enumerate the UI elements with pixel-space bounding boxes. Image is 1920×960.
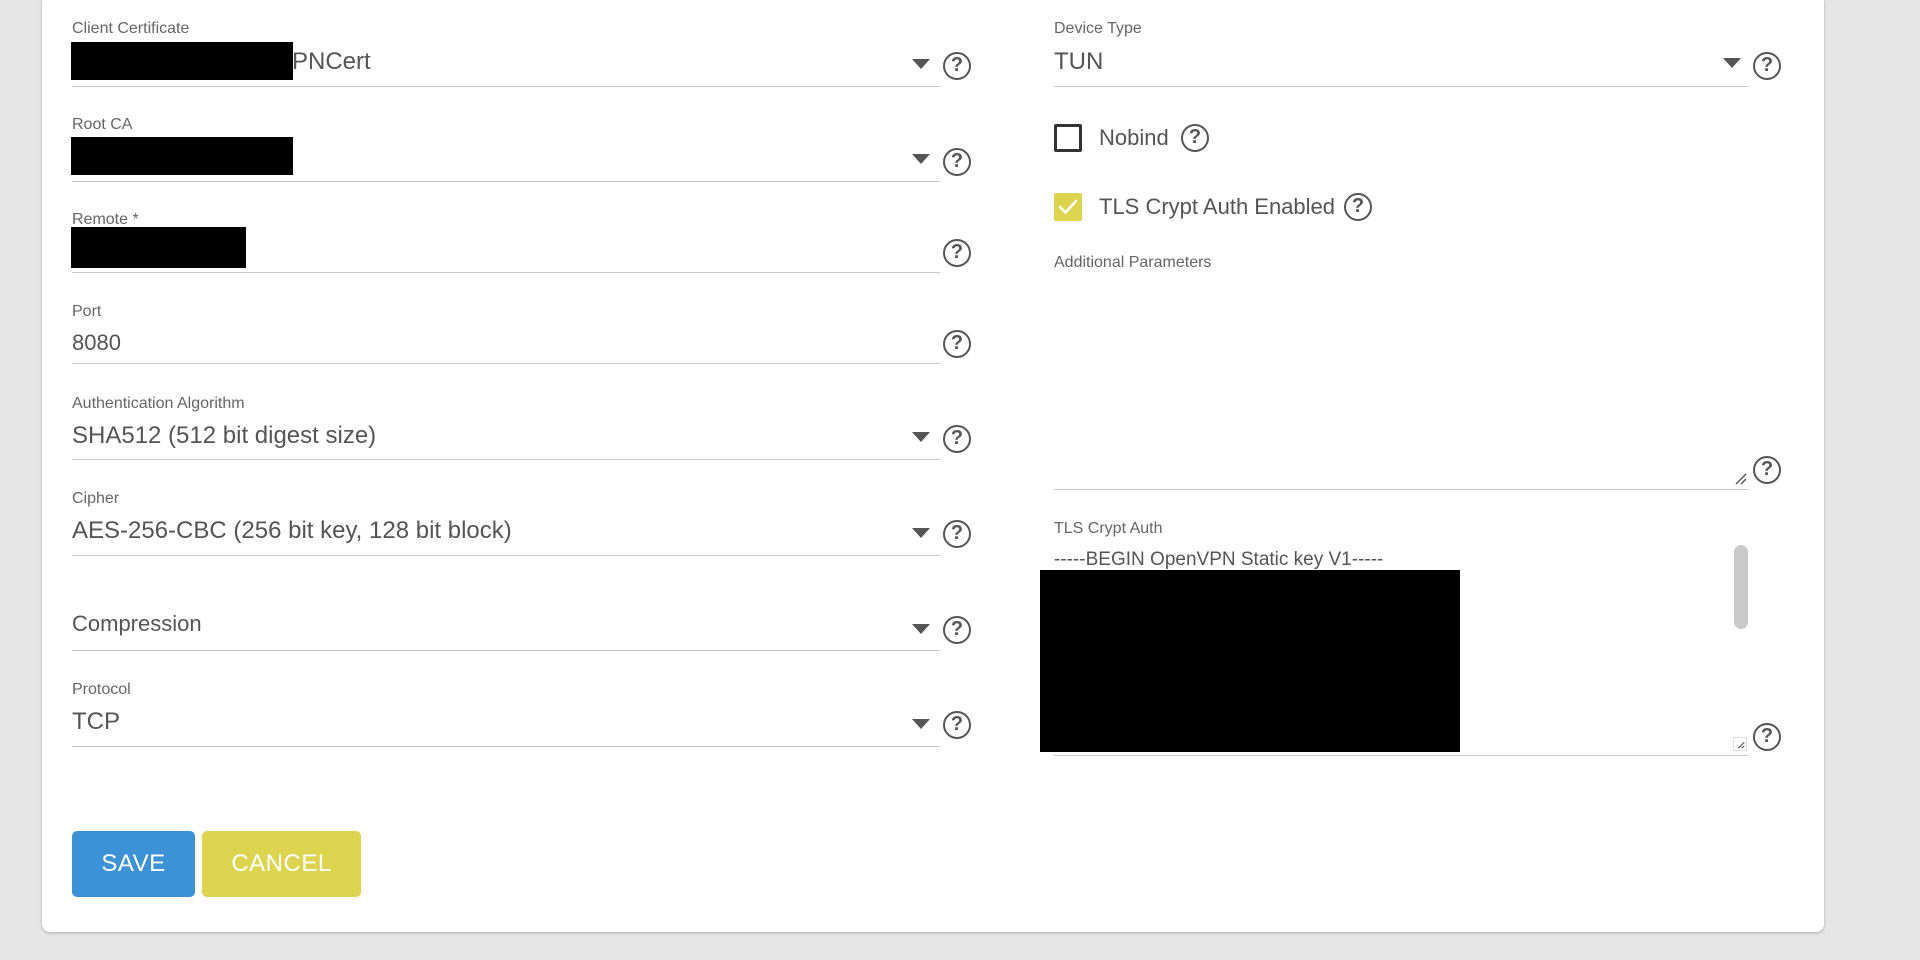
nobind-label: Nobind — [1099, 125, 1169, 150]
help-icon[interactable]: ? — [943, 425, 971, 453]
authentication-algorithm-select[interactable]: Authentication Algorithm SHA512 (512 bit… — [72, 393, 940, 463]
field-underline — [72, 650, 940, 651]
help-icon[interactable]: ? — [943, 330, 971, 358]
chevron-down-icon[interactable] — [1723, 58, 1741, 68]
port-input[interactable]: Port 8080 — [72, 301, 940, 367]
redacted-block — [71, 42, 293, 80]
help-icon[interactable]: ? — [1344, 193, 1372, 221]
field-underline — [72, 86, 940, 87]
chevron-down-icon[interactable] — [912, 432, 930, 442]
help-icon[interactable]: ? — [943, 148, 971, 176]
field-underline — [1054, 489, 1748, 490]
help-icon[interactable]: ? — [1753, 52, 1781, 80]
field-underline — [72, 272, 940, 273]
chevron-down-icon[interactable] — [912, 154, 930, 164]
field-underline — [1054, 86, 1748, 87]
resize-grip-icon[interactable] — [1733, 471, 1747, 485]
port-label: Port — [72, 303, 102, 320]
help-icon[interactable]: ? — [1753, 723, 1781, 751]
client-certificate-value: PNCert — [292, 48, 371, 75]
scrollbar-thumb[interactable] — [1734, 545, 1748, 629]
help-icon[interactable]: ? — [943, 616, 971, 644]
field-underline — [72, 459, 940, 460]
tls-crypt-auth-enabled-checkbox[interactable] — [1054, 193, 1082, 221]
cancel-button[interactable]: CANCEL — [202, 831, 361, 897]
checkmark-icon — [1058, 199, 1078, 214]
compression-select[interactable]: Compression — [72, 604, 940, 654]
protocol-select[interactable]: Protocol TCP — [72, 679, 940, 749]
chevron-down-icon[interactable] — [912, 59, 930, 69]
help-icon[interactable]: ? — [943, 520, 971, 548]
tls-crypt-auth-label: TLS Crypt Auth — [1054, 520, 1163, 537]
save-button[interactable]: SAVE — [72, 831, 195, 897]
redacted-block — [71, 137, 293, 175]
cipher-value: AES-256-CBC (256 bit key, 128 bit block) — [72, 517, 512, 544]
tls-crypt-auth-enabled-label: TLS Crypt Auth Enabled — [1099, 194, 1336, 219]
field-underline — [72, 746, 940, 747]
chevron-down-icon[interactable] — [912, 719, 930, 729]
help-icon[interactable]: ? — [1181, 124, 1209, 152]
compression-placeholder: Compression — [72, 611, 202, 636]
cipher-select[interactable]: Cipher AES-256-CBC (256 bit key, 128 bit… — [72, 488, 940, 558]
device-type-value: TUN — [1054, 48, 1104, 75]
field-underline — [72, 181, 940, 182]
port-value: 8080 — [72, 330, 121, 355]
nobind-checkbox[interactable] — [1054, 124, 1082, 152]
protocol-label: Protocol — [72, 681, 131, 698]
client-certificate-label: Client Certificate — [72, 20, 190, 37]
field-underline — [72, 555, 940, 556]
root-ca-label: Root CA — [72, 116, 133, 133]
root-ca-select[interactable]: Root CA — [71, 114, 940, 184]
client-certificate-select[interactable]: Client Certificate PNCert — [71, 18, 940, 88]
authentication-algorithm-label: Authentication Algorithm — [72, 395, 245, 412]
field-underline — [1054, 755, 1748, 756]
help-icon[interactable]: ? — [1753, 456, 1781, 484]
chevron-down-icon[interactable] — [912, 624, 930, 634]
device-type-select[interactable]: Device Type TUN — [1054, 18, 1748, 88]
field-underline — [72, 363, 940, 364]
tls-crypt-auth-text: -----BEGIN OpenVPN Static key V1----- — [1054, 549, 1384, 570]
resize-grip-icon[interactable] — [1733, 737, 1747, 751]
redacted-block — [1040, 570, 1460, 752]
tls-crypt-auth-textarea[interactable]: TLS Crypt Auth -----BEGIN OpenVPN Static… — [1040, 519, 1748, 759]
device-type-label: Device Type — [1054, 20, 1142, 37]
redacted-block — [71, 227, 246, 268]
help-icon[interactable]: ? — [943, 52, 971, 80]
additional-parameters-textarea[interactable]: Additional Parameters — [1054, 253, 1748, 491]
additional-parameters-label: Additional Parameters — [1054, 254, 1212, 271]
help-icon[interactable]: ? — [943, 711, 971, 739]
protocol-value: TCP — [72, 708, 120, 735]
chevron-down-icon[interactable] — [912, 528, 930, 538]
remote-input[interactable]: Remote * — [71, 209, 940, 275]
cipher-label: Cipher — [72, 490, 120, 507]
authentication-algorithm-value: SHA512 (512 bit digest size) — [72, 422, 377, 449]
help-icon[interactable]: ? — [943, 239, 971, 267]
